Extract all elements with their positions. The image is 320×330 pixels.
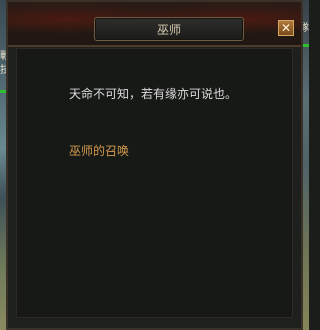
title-plate: 巫师	[94, 17, 244, 41]
close-icon: ✕	[280, 21, 292, 35]
npc-speech-text: 天命不可知，若有缘亦可说也。	[69, 87, 238, 101]
dialog-title: 巫师	[156, 23, 181, 37]
npc-dialog: 巫师 ✕ 天命不可知，若有缘亦可说也。 巫师的召唤	[6, 0, 303, 330]
dialog-body: 天命不可知，若有缘亦可说也。 巫师的召唤	[16, 48, 293, 318]
close-button[interactable]: ✕	[278, 20, 294, 36]
dialog-header: 巫师 ✕	[8, 2, 301, 47]
option-summon-wizard-link[interactable]: 巫师的召唤	[69, 142, 129, 159]
